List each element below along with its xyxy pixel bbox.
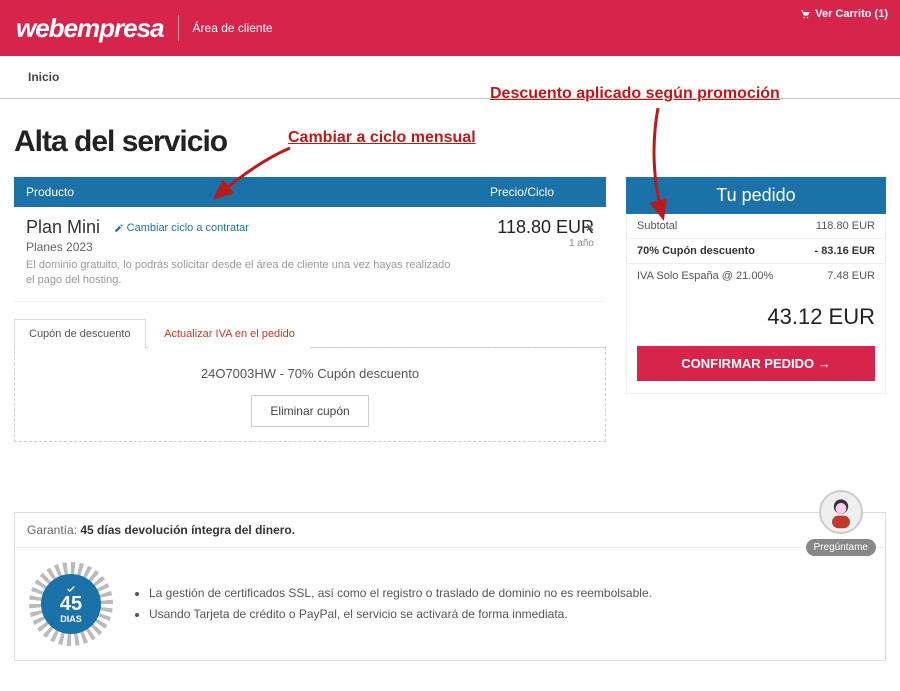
nav-bar: Inicio xyxy=(0,56,900,99)
product-subtitle: Planes 2023 xyxy=(26,240,454,254)
guarantee-badge: 45 DIAS xyxy=(29,562,113,646)
order-tax-label: IVA Solo España @ 21.00% xyxy=(637,270,773,282)
change-cycle-text: Cambiar ciclo a contratar xyxy=(127,222,249,234)
logo: webempresa xyxy=(16,13,164,44)
change-cycle-link[interactable]: Cambiar ciclo a contratar xyxy=(114,222,249,234)
order-discount-line: 70% Cupón descuento - 83.16 EUR xyxy=(627,238,885,264)
guarantee-header: Garantía: 45 días devolución íntegra del… xyxy=(15,513,885,548)
tab-iva[interactable]: Actualizar IVA en el pedido xyxy=(149,319,310,348)
remove-product-button[interactable]: × xyxy=(586,219,594,235)
coupon-panel: 24O7003HW - 70% Cupón descuento Eliminar… xyxy=(14,347,606,442)
guarantee-list: La gestión de certificados SSL, así como… xyxy=(133,583,652,624)
guarantee-title: 45 días devolución íntegra del dinero. xyxy=(80,523,295,537)
guarantee-prefix: Garantía: xyxy=(27,523,80,537)
chat-widget[interactable]: Pregúntame xyxy=(806,490,876,553)
order-tax-value: 7.48 EUR xyxy=(827,270,875,282)
chat-avatar xyxy=(819,490,863,534)
divider xyxy=(178,15,179,41)
product-note: El dominio gratuito, lo podrás solicitar… xyxy=(26,258,454,289)
order-discount-value: - 83.16 EUR xyxy=(814,245,875,257)
confirm-order-button[interactable]: CONFIRMAR PEDIDO xyxy=(637,346,875,381)
pencil-icon xyxy=(114,223,124,233)
badge-days: 45 xyxy=(60,594,82,614)
col-product: Producto xyxy=(26,185,434,199)
cart-text: Ver Carrito (1) xyxy=(815,8,888,20)
guarantee-bullet: La gestión de certificados SSL, así como… xyxy=(149,583,652,603)
area-label: Área de cliente xyxy=(193,21,273,35)
order-subtotal-line: Subtotal 118.80 EUR xyxy=(627,214,885,238)
product-row: Plan Mini Cambiar ciclo a contratar Plan… xyxy=(14,207,606,302)
cart-link[interactable]: Ver Carrito (1) xyxy=(799,8,888,20)
col-price: Precio/Ciclo xyxy=(434,185,594,199)
tab-coupon[interactable]: Cupón de descuento xyxy=(14,319,146,348)
guarantee-box: Garantía: 45 días devolución íntegra del… xyxy=(14,512,886,661)
check-icon xyxy=(64,584,78,594)
tabs: Cupón de descuento Actualizar IVA en el … xyxy=(14,318,606,348)
order-summary: Tu pedido Subtotal 118.80 EUR 70% Cupón … xyxy=(626,177,886,394)
coupon-text: 24O7003HW - 70% Cupón descuento xyxy=(27,366,593,381)
order-subtotal-value: 118.80 EUR xyxy=(816,220,875,232)
order-tax-line: IVA Solo España @ 21.00% 7.48 EUR xyxy=(627,264,885,288)
chat-label: Pregúntame xyxy=(806,539,876,556)
product-term: 1 año xyxy=(454,238,594,249)
product-name: Plan Mini xyxy=(26,217,100,238)
order-total: 43.12 EUR xyxy=(627,288,885,340)
product-column: Producto Precio/Ciclo Plan Mini Cambiar … xyxy=(14,177,606,442)
cart-icon xyxy=(799,8,811,20)
guarantee-bullet: Usando Tarjeta de crédito o PayPal, el s… xyxy=(149,604,652,624)
page-title: Alta del servicio xyxy=(14,125,886,159)
order-discount-label: 70% Cupón descuento xyxy=(637,245,755,257)
order-title: Tu pedido xyxy=(626,177,886,214)
badge-label: DIAS xyxy=(60,614,82,624)
product-price: 118.80 EUR xyxy=(454,217,594,238)
top-bar: webempresa Área de cliente Ver Carrito (… xyxy=(0,0,900,56)
product-table-header: Producto Precio/Ciclo xyxy=(14,177,606,207)
order-subtotal-label: Subtotal xyxy=(637,220,677,232)
content: Cambiar a ciclo mensual Descuento aplica… xyxy=(0,99,900,691)
nav-home[interactable]: Inicio xyxy=(12,56,75,98)
remove-coupon-button[interactable]: Eliminar cupón xyxy=(251,395,368,427)
